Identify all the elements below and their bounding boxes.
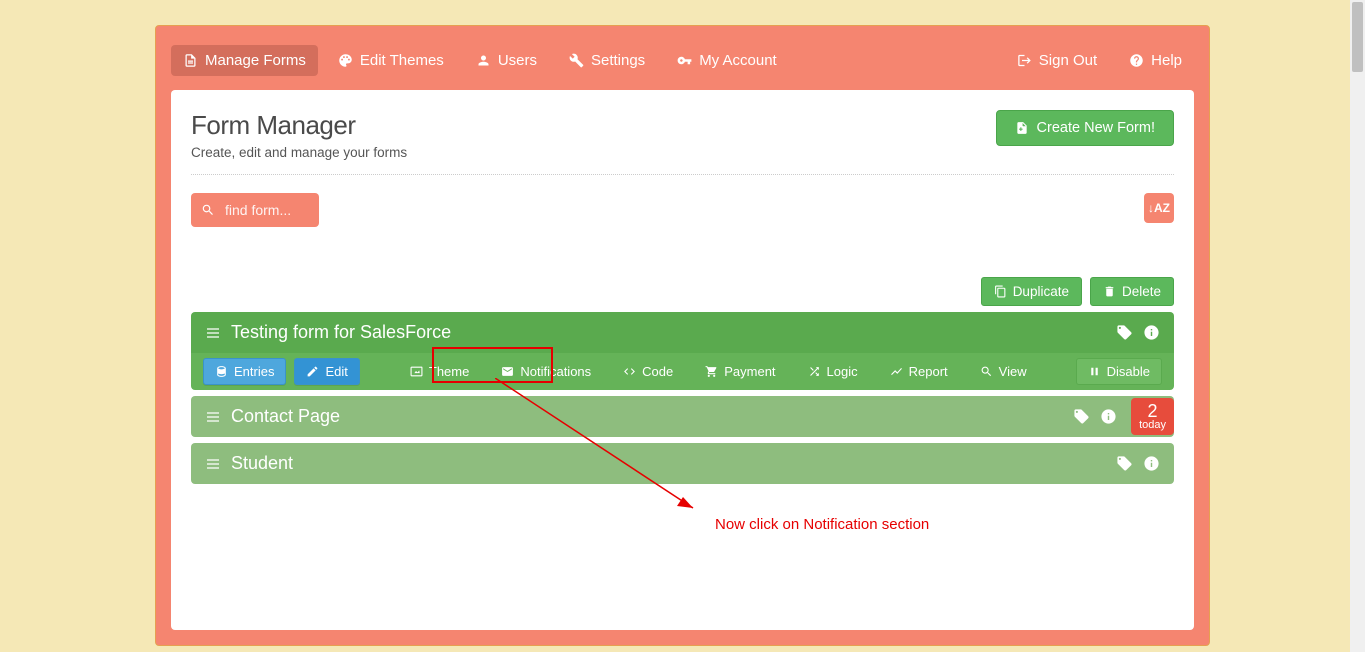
- tag-icon[interactable]: [1116, 324, 1133, 341]
- mail-icon: [501, 365, 514, 378]
- badge-label: today: [1139, 420, 1166, 431]
- info-icon[interactable]: [1143, 455, 1160, 472]
- page-title: Form Manager: [191, 110, 407, 141]
- info-icon[interactable]: [1143, 324, 1160, 341]
- palette-icon: [338, 53, 353, 68]
- scrollbar-thumb[interactable]: [1352, 2, 1363, 72]
- nav-label: Help: [1151, 52, 1182, 69]
- tb-label: Logic: [827, 364, 858, 379]
- db-icon: [215, 365, 228, 378]
- tb-label: Code: [642, 364, 673, 379]
- cart-icon: [705, 365, 718, 378]
- logic-button[interactable]: Logic: [796, 358, 870, 385]
- chart-icon: [890, 365, 903, 378]
- list-icon: [205, 325, 221, 341]
- key-icon: [677, 53, 692, 68]
- pause-icon: [1088, 365, 1101, 378]
- button-label: Duplicate: [1013, 284, 1069, 299]
- tb-label: Report: [909, 364, 948, 379]
- nav-manage-forms[interactable]: Manage Forms: [171, 45, 318, 76]
- tb-label: Disable: [1107, 364, 1150, 379]
- sort-label: ↓AZ: [1148, 201, 1170, 215]
- sort-button[interactable]: ↓AZ: [1144, 193, 1174, 223]
- form-title: Contact Page: [231, 406, 340, 427]
- delete-button[interactable]: Delete: [1090, 277, 1174, 306]
- view-button[interactable]: View: [968, 358, 1039, 385]
- scrollbar-track[interactable]: [1350, 0, 1365, 652]
- user-icon: [476, 53, 491, 68]
- form-header[interactable]: Student: [191, 443, 1174, 484]
- pencil-icon: [306, 365, 319, 378]
- nav-edit-themes[interactable]: Edit Themes: [326, 45, 456, 76]
- code-button[interactable]: Code: [611, 358, 685, 385]
- search-wrap: [191, 193, 319, 227]
- duplicate-button[interactable]: Duplicate: [981, 277, 1082, 306]
- tb-label: Notifications: [520, 364, 591, 379]
- tag-icon[interactable]: [1073, 408, 1090, 425]
- navbar: Manage Forms Edit Themes Users Settings …: [171, 41, 1194, 90]
- list-icon: [205, 456, 221, 472]
- form-header[interactable]: Testing form for SalesForce: [191, 312, 1174, 353]
- disable-button[interactable]: Disable: [1076, 358, 1162, 385]
- copy-icon: [994, 285, 1007, 298]
- trash-icon: [1103, 285, 1116, 298]
- report-button[interactable]: Report: [878, 358, 960, 385]
- signout-icon: [1017, 53, 1032, 68]
- nav-label: Users: [498, 52, 537, 69]
- search-icon: [980, 365, 993, 378]
- nav-my-account[interactable]: My Account: [665, 45, 789, 76]
- page-subtitle: Create, edit and manage your forms: [191, 145, 407, 160]
- question-icon: [1129, 53, 1144, 68]
- today-badge[interactable]: 2 today: [1131, 398, 1174, 435]
- form-header[interactable]: Contact Page 2 today: [191, 396, 1174, 437]
- info-icon[interactable]: [1100, 408, 1117, 425]
- search-icon: [201, 203, 215, 217]
- tb-label: Theme: [429, 364, 469, 379]
- form-row: Contact Page 2 today: [191, 396, 1174, 437]
- app-frame: Manage Forms Edit Themes Users Settings …: [155, 25, 1210, 646]
- tag-icon[interactable]: [1116, 455, 1133, 472]
- button-label: Delete: [1122, 284, 1161, 299]
- button-label: Create New Form!: [1037, 120, 1155, 136]
- payment-button[interactable]: Payment: [693, 358, 787, 385]
- form-toolbar: Entries Edit Theme Notifications: [191, 353, 1174, 390]
- tb-label: Entries: [234, 364, 274, 379]
- code-icon: [623, 365, 636, 378]
- nav-label: Edit Themes: [360, 52, 444, 69]
- tb-label: View: [999, 364, 1027, 379]
- tb-label: Edit: [325, 364, 347, 379]
- picture-icon: [410, 365, 423, 378]
- nav-users[interactable]: Users: [464, 45, 549, 76]
- form-row: Student: [191, 443, 1174, 484]
- theme-button[interactable]: Theme: [398, 358, 481, 385]
- tb-label: Payment: [724, 364, 775, 379]
- edit-button[interactable]: Edit: [294, 358, 359, 385]
- badge-count: 2: [1139, 402, 1166, 420]
- form-row-active: Testing form for SalesForce Entries Edit: [191, 312, 1174, 390]
- create-new-form-button[interactable]: Create New Form!: [996, 110, 1174, 146]
- form-title: Student: [231, 453, 293, 474]
- nav-label: My Account: [699, 52, 777, 69]
- nav-help[interactable]: Help: [1117, 45, 1194, 76]
- file-icon: [183, 53, 198, 68]
- entries-button[interactable]: Entries: [203, 358, 286, 385]
- nav-settings[interactable]: Settings: [557, 45, 657, 76]
- file-plus-icon: [1015, 121, 1029, 135]
- list-icon: [205, 409, 221, 425]
- form-title: Testing form for SalesForce: [231, 322, 451, 343]
- nav-sign-out[interactable]: Sign Out: [1005, 45, 1109, 76]
- nav-label: Sign Out: [1039, 52, 1097, 69]
- nav-label: Manage Forms: [205, 52, 306, 69]
- nav-label: Settings: [591, 52, 645, 69]
- annotation-text: Now click on Notification section: [715, 516, 929, 533]
- content-card: Form Manager Create, edit and manage you…: [171, 90, 1194, 630]
- wrench-icon: [569, 53, 584, 68]
- random-icon: [808, 365, 821, 378]
- notifications-button[interactable]: Notifications: [489, 358, 603, 385]
